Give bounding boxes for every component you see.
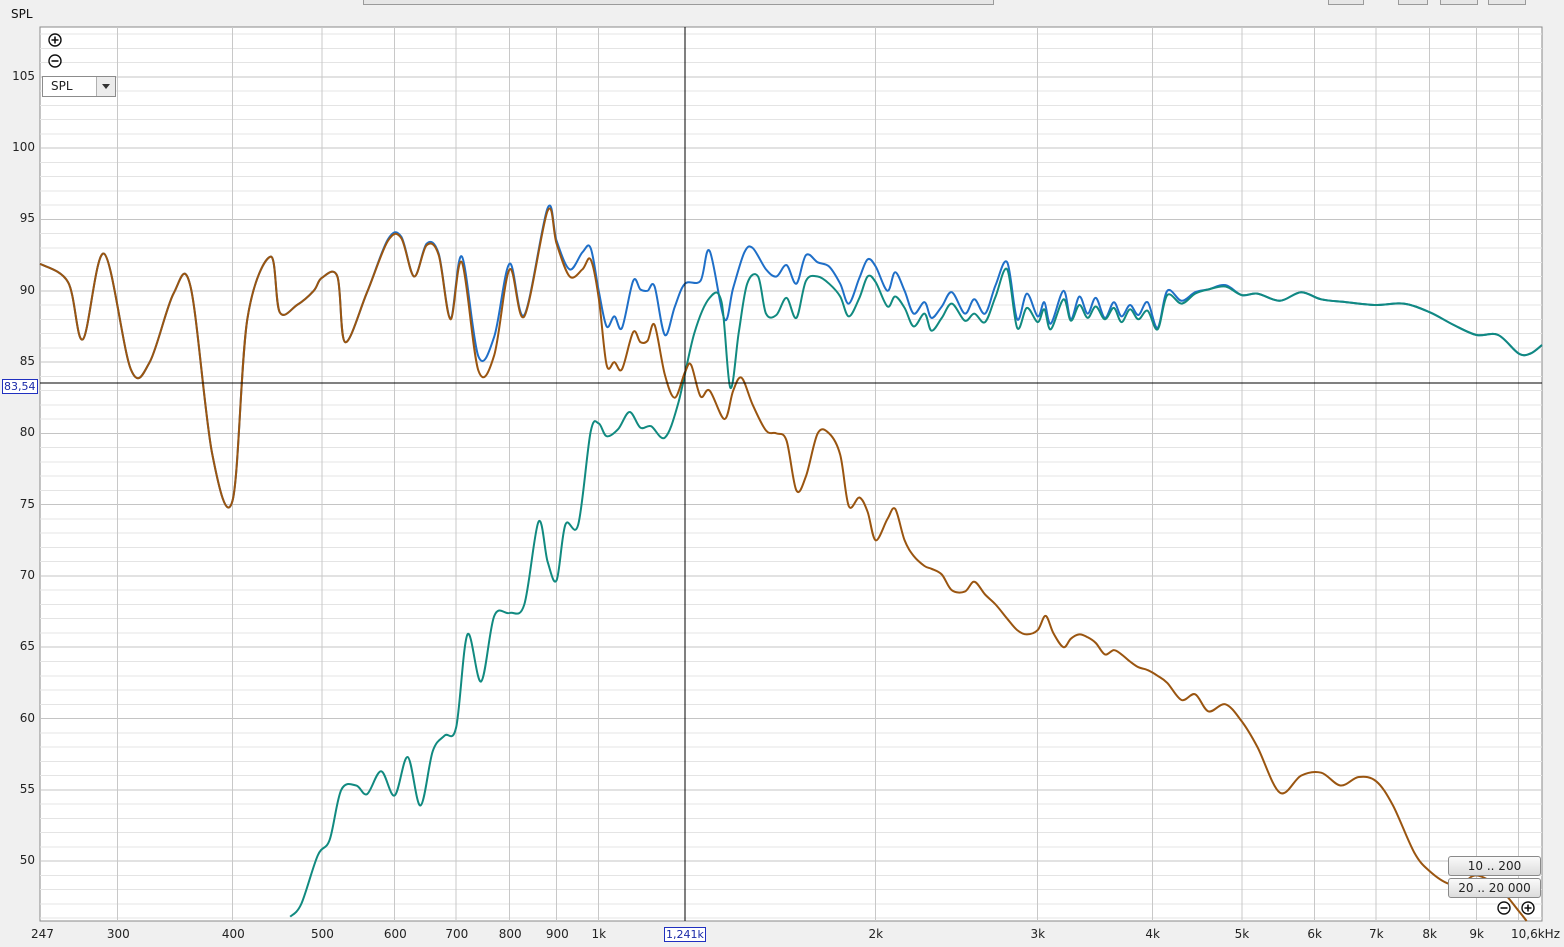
zoom-in-icon[interactable]: [48, 33, 62, 47]
x-tick-label: 9k: [1469, 927, 1484, 941]
x-zoom-out-icon[interactable]: [1497, 901, 1511, 915]
zoom-out-icon[interactable]: [48, 54, 62, 68]
x-tick-label: 8k: [1422, 927, 1437, 941]
y-tick-label: 55: [19, 781, 35, 796]
x-tick-label: 700: [445, 927, 469, 941]
y-tick-label: 90: [19, 282, 35, 297]
y-tick-label: 50: [19, 853, 35, 868]
y-tick-label: 70: [19, 567, 35, 582]
y-tick-label: 95: [19, 211, 35, 226]
y-tick-label: 100: [12, 140, 35, 155]
x-tick-label: 500: [310, 927, 334, 941]
y-tick-label: 80: [19, 425, 35, 440]
x-tick-label: 2k: [868, 927, 884, 941]
x-tick-label: 247: [31, 927, 54, 941]
x-tick-label: 300: [106, 927, 130, 941]
x-tick-label: 5k: [1234, 927, 1250, 941]
range-button-20-20000[interactable]: 20 .. 20 000: [1448, 878, 1541, 898]
x-tick-label: 4k: [1145, 927, 1160, 941]
x-tick-label: 600: [383, 927, 407, 941]
mode-select[interactable]: SPL: [42, 76, 116, 97]
x-zoom-in-icon[interactable]: [1521, 901, 1535, 915]
plot-area[interactable]: [39, 26, 1543, 922]
y-tick-label: 65: [19, 639, 35, 654]
y-tick-label: 105: [12, 68, 35, 83]
mode-select-value: SPL: [51, 79, 73, 93]
x-tick-label: 10,6kHz: [1511, 927, 1560, 941]
range-button-10-200[interactable]: 10 .. 200: [1448, 856, 1541, 876]
chart: [39, 26, 1543, 922]
chevron-down-icon[interactable]: [96, 77, 115, 96]
x-tick-label: 900: [545, 927, 569, 941]
x-tick-label: 7k: [1369, 927, 1384, 941]
x-tick-label: 3k: [1030, 927, 1046, 941]
x-tick-label: 800: [498, 927, 522, 941]
x-tick-label: 6k: [1307, 927, 1322, 941]
x-tick-label: 1k: [591, 927, 607, 941]
cursor-x-readout: 1,241k: [664, 927, 706, 942]
y-tick-label: 85: [19, 354, 35, 369]
y-tick-label: 60: [19, 710, 35, 725]
y-tick-label: 75: [19, 496, 35, 511]
x-tick-label: 400: [221, 927, 245, 941]
cursor-y-readout: 83,54: [2, 379, 38, 394]
